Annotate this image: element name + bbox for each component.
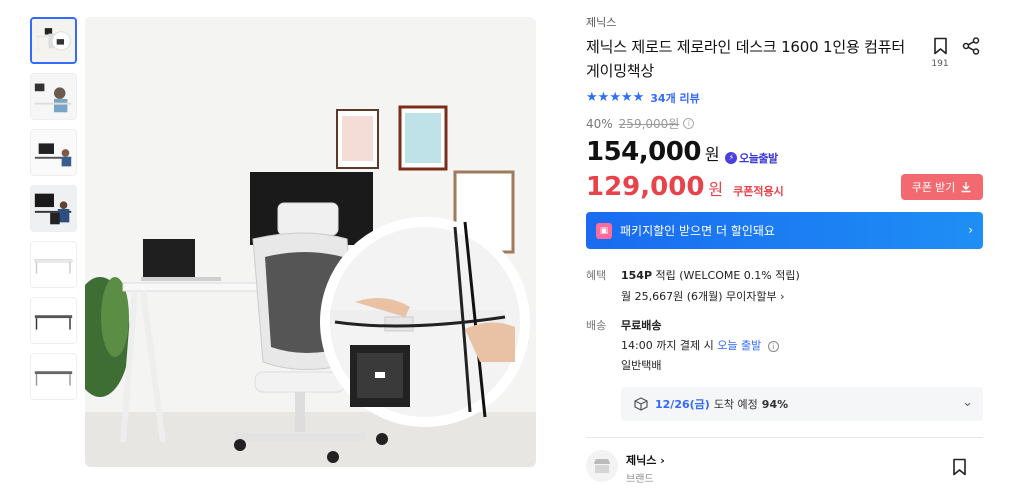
bookmark-icon[interactable]: [931, 37, 949, 59]
product-photo: [85, 17, 536, 467]
package-banner-text: 패키지할인 받으면 더 할인돼요: [620, 224, 775, 238]
price-value: 154,000: [586, 137, 701, 167]
thumbnail-image: [31, 130, 76, 175]
thumbnail-image: [31, 242, 76, 287]
package-box-icon: ▣: [596, 222, 612, 239]
brand-bookmark-icon[interactable]: [952, 458, 967, 480]
coupon-download-button[interactable]: 쿠폰 받기: [901, 174, 983, 200]
lightning-icon: ⚡: [725, 151, 738, 164]
coupon-price-value: 129,000: [586, 172, 705, 202]
star-icon: ★: [609, 90, 621, 105]
chevron-right-icon: ›: [660, 454, 665, 467]
thumbnail-image: [31, 354, 76, 399]
star-icon: ★: [586, 90, 598, 105]
cutoff-prefix: 14:00 까지 결제 시: [621, 339, 714, 352]
cutoff-highlight: 오늘 출발: [717, 339, 762, 352]
brand-logo[interactable]: [586, 450, 618, 482]
benefit-points: 154P 적립 (WELCOME 0.1% 적립): [621, 267, 800, 283]
points-value: 154P: [621, 269, 653, 282]
store-icon: [594, 459, 610, 473]
chevron-right-icon: ›: [968, 223, 973, 237]
review-count-link[interactable]: 34개 리뷰: [650, 90, 700, 106]
brand-sub: 브랜드: [626, 474, 654, 485]
today-badge-label: 오늘출발: [739, 151, 778, 165]
coupon-price-unit: 원: [708, 180, 724, 199]
brand-link[interactable]: 제닉스: [586, 14, 616, 30]
package-discount-banner[interactable]: ▣ 패키지할인 받으면 더 할인돼요 ›: [586, 212, 983, 249]
benefit-label: 혜택: [586, 269, 607, 282]
main-product-image[interactable]: [85, 17, 536, 467]
coupon-price: 129,000 원 쿠폰적용시: [586, 172, 784, 202]
product-title: 제닉스 제로드 제로라인 데스크 1600 1인용 컴퓨터 게이밍책상: [586, 38, 905, 80]
thumbnail-image: [31, 298, 76, 343]
shipping-carrier: 일반택배: [621, 359, 662, 372]
thumbnail-image: [31, 186, 76, 231]
original-price: 259,000원: [618, 117, 680, 131]
star-icon: ★: [597, 90, 610, 105]
discount-rate: 40%: [586, 116, 613, 131]
arrival-rate: 94%: [761, 397, 789, 411]
chevron-down-icon: ⌄: [962, 395, 973, 410]
thumbnail-5[interactable]: [30, 241, 77, 288]
installment-link[interactable]: 월 25,667원 (6개월) 무이자할부 ›: [621, 288, 785, 304]
arrival-text: 도착 예정: [713, 398, 758, 411]
arrival-date: 12/26(금): [655, 398, 710, 411]
share-icon[interactable]: [962, 37, 980, 59]
star-icon: ★: [632, 90, 645, 105]
thumbnail-4[interactable]: [30, 185, 77, 232]
thumbnail-2[interactable]: [30, 73, 77, 120]
brand-name: 제닉스: [626, 454, 657, 467]
sale-price: 154,000 원 ⚡ 오늘출발: [586, 137, 778, 167]
shipping-label: 배송: [586, 319, 607, 332]
divider: [586, 437, 983, 438]
brand-store-link[interactable]: 제닉스 ›: [626, 452, 665, 468]
shipping-type: 무료배송: [621, 317, 661, 333]
shipping-cutoff: 14:00 까지 결제 시 오늘 출발 i: [621, 337, 779, 353]
free-shipping: 무료배송: [621, 319, 662, 332]
coupon-label: 쿠폰적용시: [733, 185, 784, 198]
discount-row: 40% 259,000원 i: [586, 115, 695, 132]
info-icon[interactable]: i: [683, 118, 695, 129]
arrival-estimate[interactable]: 12/26(금) 도착 예정 94% ⌄: [621, 387, 983, 421]
points-text: 적립 (WELCOME 0.1% 적립): [655, 269, 800, 282]
thumbnail-1[interactable]: [30, 17, 77, 64]
thumbnail-list: [30, 17, 77, 409]
bookmark-count: 191: [931, 59, 949, 69]
rating-stars[interactable]: ★ ★ ★ ★ ★ 34개 리뷰: [586, 90, 700, 106]
info-icon[interactable]: i: [767, 340, 779, 352]
today-departure-badge: ⚡ 오늘출발: [725, 150, 778, 166]
thumbnail-7[interactable]: [30, 353, 77, 400]
installment-text: 월 25,667원 (6개월) 무이자할부: [621, 290, 777, 303]
star-icon: ★: [620, 90, 633, 105]
thumbnail-3[interactable]: [30, 129, 77, 176]
package-icon: [634, 397, 648, 411]
coupon-button-label: 쿠폰 받기: [911, 182, 956, 194]
price-unit: 원: [704, 145, 720, 164]
download-icon: [961, 182, 971, 193]
thumbnail-image: [32, 19, 75, 62]
chevron-right-icon: ›: [780, 290, 785, 303]
thumbnail-6[interactable]: [30, 297, 77, 344]
thumbnail-image: [31, 74, 76, 119]
